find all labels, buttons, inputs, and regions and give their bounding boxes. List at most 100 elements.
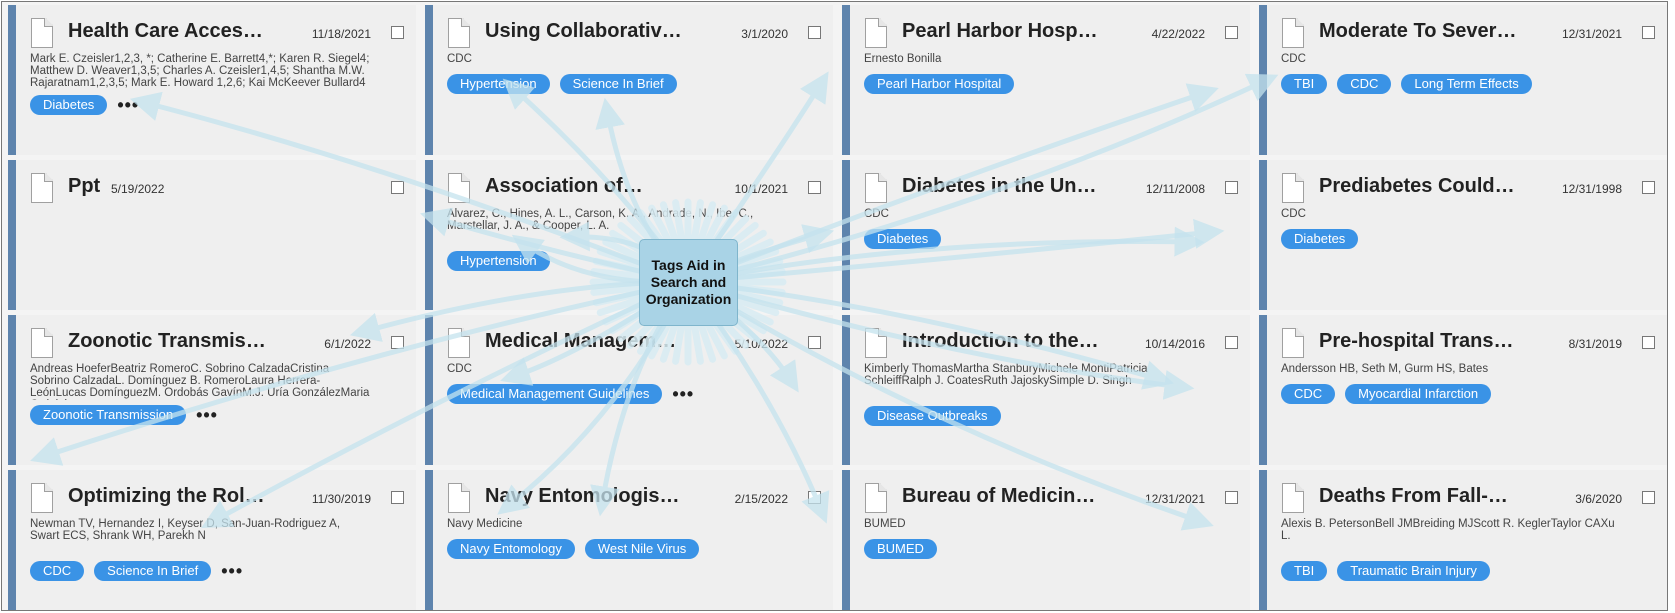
document-card[interactable]: Prediabetes Could It … 12/31/1998 CDC Diabe… — [1259, 160, 1667, 310]
document-card[interactable]: Using Collaborative… 3/1/2020 CDC Hypertens… — [425, 5, 833, 155]
card-title[interactable]: Pearl Harbor Hospital… — [902, 20, 1102, 43]
card-authors: Andersson HB, Seth M, Gurm HS, Bates — [1281, 363, 1489, 375]
document-icon — [865, 483, 887, 513]
card-date: 10/14/2016 — [1144, 337, 1205, 351]
tag-list: Hypertension — [447, 251, 550, 271]
card-title[interactable]: Optimizing the Role o… — [68, 485, 268, 508]
document-card[interactable]: Zoonotic Transmissio… 6/1/2022 Andreas Hoe… — [8, 315, 416, 465]
select-checkbox[interactable] — [808, 336, 821, 349]
document-card[interactable]: Pearl Harbor Hospital… 4/22/2022 Ernesto B… — [842, 5, 1250, 155]
card-title[interactable]: Pre-hospital Transpor… — [1319, 330, 1519, 353]
document-card[interactable]: Medical Management… 5/10/2022 CDC Medical M… — [425, 315, 833, 465]
select-checkbox[interactable] — [1225, 336, 1238, 349]
select-checkbox[interactable] — [1225, 181, 1238, 194]
tag-list: Pearl Harbor Hospital — [864, 74, 1015, 94]
card-title[interactable]: Association of… — [485, 175, 685, 198]
card-title[interactable]: Using Collaborative… — [485, 20, 685, 43]
select-checkbox[interactable] — [391, 491, 404, 504]
select-checkbox[interactable] — [808, 26, 821, 39]
card-date: 6/1/2022 — [324, 337, 371, 351]
document-card[interactable]: Optimizing the Role o… 11/30/2019 Newman T… — [8, 470, 416, 610]
document-icon — [448, 328, 470, 358]
tag-chip[interactable]: Diabetes — [30, 95, 108, 115]
card-title[interactable]: Diabetes in the Unite… — [902, 175, 1102, 198]
tag-chip[interactable]: Diabetes — [1281, 229, 1359, 249]
tag-chip[interactable]: CDC — [1281, 384, 1336, 404]
select-checkbox[interactable] — [1642, 181, 1655, 194]
tag-chip[interactable]: CDC — [30, 561, 85, 581]
tag-list: Medical Management Guidelines ••• — [447, 384, 694, 404]
select-checkbox[interactable] — [808, 491, 821, 504]
tag-chip[interactable]: TBI — [1281, 561, 1328, 581]
card-authors: Ernesto Bonilla — [864, 53, 942, 65]
tag-chip[interactable]: CDC — [1337, 74, 1392, 94]
tag-chip[interactable]: TBI — [1281, 74, 1328, 94]
document-card[interactable]: Ppt 5/19/2022 — [8, 160, 416, 310]
select-checkbox[interactable] — [1642, 26, 1655, 39]
document-card[interactable]: Association of… 10/1/2021 Alvarez, C., Hin… — [425, 160, 833, 310]
tag-chip[interactable]: Science In Brief — [94, 561, 212, 581]
card-title[interactable]: Prediabetes Could It … — [1319, 175, 1519, 198]
tag-chip[interactable]: Hypertension — [447, 251, 550, 271]
select-checkbox[interactable] — [1225, 491, 1238, 504]
tag-chip[interactable]: Disease Outbreaks — [864, 406, 1001, 426]
card-date: 3/6/2020 — [1575, 492, 1622, 506]
select-checkbox[interactable] — [1225, 26, 1238, 39]
document-icon — [1282, 173, 1304, 203]
tag-chip[interactable]: Diabetes — [864, 229, 942, 249]
tag-chip[interactable]: Navy Entomology — [447, 539, 575, 559]
card-title[interactable]: Deaths From Fall-… — [1319, 485, 1519, 508]
card-title[interactable]: Navy Entomologist… — [485, 485, 685, 508]
document-card[interactable]: Deaths From Fall-… 3/6/2020 Alexis B. Pete… — [1259, 470, 1667, 610]
card-title[interactable]: Bureau of Medicine a… — [902, 485, 1102, 508]
card-date: 12/31/2021 — [1144, 492, 1205, 506]
tag-chip[interactable]: Myocardial Infarction — [1345, 384, 1492, 404]
tag-chip[interactable]: Pearl Harbor Hospital — [864, 74, 1015, 94]
more-tags-button[interactable]: ••• — [196, 406, 218, 424]
callout-text: Tags Aid in Search and Organization — [645, 257, 732, 307]
card-authors: CDC — [1281, 208, 1306, 220]
card-title[interactable]: Medical Management… — [485, 330, 685, 353]
card-title[interactable]: Introduction to the… — [902, 330, 1102, 353]
tag-chip[interactable]: Traumatic Brain Injury — [1337, 561, 1490, 581]
document-card[interactable]: Moderate To Severe… 12/31/2021 CDC TBI CDC Lo… — [1259, 5, 1667, 155]
select-checkbox[interactable] — [391, 26, 404, 39]
select-checkbox[interactable] — [391, 181, 404, 194]
card-title[interactable]: Ppt — [68, 175, 268, 198]
more-tags-button[interactable]: ••• — [221, 562, 243, 580]
tag-chip[interactable]: Medical Management Guidelines — [447, 384, 663, 404]
document-icon — [448, 18, 470, 48]
document-icon — [865, 173, 887, 203]
document-card[interactable]: Navy Entomologist… 2/15/2022 Navy Medicine… — [425, 470, 833, 610]
card-date: 12/31/2021 — [1561, 27, 1622, 41]
tag-list: TBI CDC Long Term Effects — [1281, 74, 1532, 94]
card-date: 10/1/2021 — [734, 182, 788, 196]
tag-chip[interactable]: BUMED — [864, 539, 937, 559]
document-card[interactable]: Health Care Access… 11/18/2021 Mark E. Cze… — [8, 5, 416, 155]
card-date: 12/11/2008 — [1145, 182, 1205, 196]
select-checkbox[interactable] — [808, 181, 821, 194]
document-card[interactable]: Pre-hospital Transpor… 8/31/2019 Andersson… — [1259, 315, 1667, 465]
card-authors: BUMED — [864, 518, 906, 530]
document-card[interactable]: Introduction to the… 10/14/2016 Kimberly T… — [842, 315, 1250, 465]
tag-list: Navy Entomology West Nile Virus — [447, 539, 700, 559]
document-card[interactable]: Diabetes in the Unite… 12/11/2008 CDC Diabe… — [842, 160, 1250, 310]
document-card[interactable]: Bureau of Medicine a… 12/31/2021 BUMED BUME… — [842, 470, 1250, 610]
more-tags-button[interactable]: ••• — [117, 96, 139, 114]
select-checkbox[interactable] — [391, 336, 404, 349]
document-icon — [31, 328, 53, 358]
card-title[interactable]: Zoonotic Transmissio… — [68, 330, 268, 353]
tag-chip[interactable]: Long Term Effects — [1401, 74, 1532, 94]
more-tags-button[interactable]: ••• — [672, 385, 694, 403]
tag-chip[interactable]: Science In Brief — [559, 74, 677, 94]
tag-list: CDC Science In Brief ••• — [30, 561, 243, 581]
card-authors: Navy Medicine — [447, 518, 523, 530]
tag-chip[interactable]: Hypertension — [447, 74, 550, 94]
card-title[interactable]: Health Care Access… — [68, 20, 268, 43]
select-checkbox[interactable] — [1642, 336, 1655, 349]
card-authors: CDC — [447, 363, 472, 375]
tag-chip[interactable]: West Nile Virus — [584, 539, 700, 559]
card-title[interactable]: Moderate To Severe… — [1319, 20, 1519, 43]
select-checkbox[interactable] — [1642, 491, 1655, 504]
tag-chip[interactable]: Zoonotic Transmission — [30, 405, 187, 425]
